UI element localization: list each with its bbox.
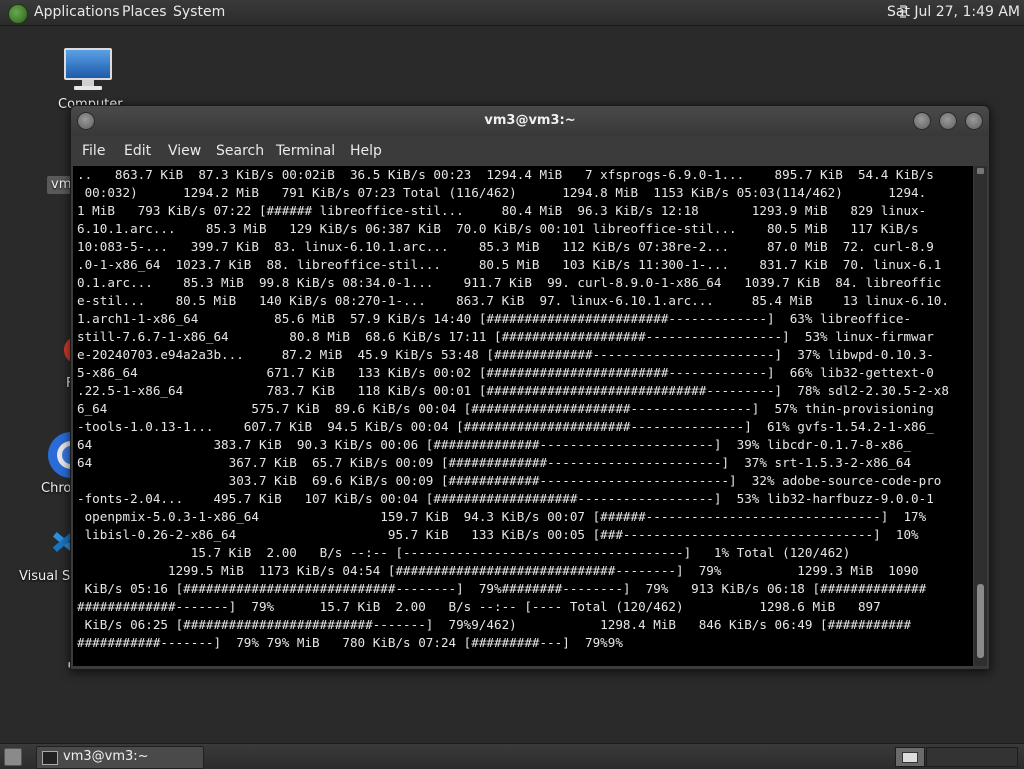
maximize-button[interactable]	[939, 112, 957, 130]
home-folder-label[interactable]: vm	[51, 177, 71, 192]
menu-search[interactable]: Search	[216, 143, 264, 159]
terminal-text: .. 863.7 KiB 87.3 KiB/s 00:02iB 36.5 KiB…	[77, 167, 949, 650]
taskbar-label: vm3@vm3:~	[63, 749, 149, 764]
terminal-icon	[42, 751, 58, 765]
close-button[interactable]	[965, 112, 983, 130]
window-title: vm3@vm3:~	[484, 113, 576, 128]
taskbar-terminal-button[interactable]: vm3@vm3:~	[36, 746, 204, 769]
workspace-switcher-1[interactable]	[895, 747, 925, 767]
bottom-panel: vm3@vm3:~	[0, 743, 1024, 769]
scroll-up-arrow-icon[interactable]	[977, 168, 984, 174]
clock[interactable]: Sat Jul 27, 1:49 AM	[887, 4, 1020, 20]
menu-help[interactable]: Help	[350, 143, 382, 159]
terminal-window: vm3@vm3:~ File Edit View Search Terminal…	[70, 105, 990, 670]
menu-places[interactable]: Places	[122, 4, 167, 20]
top-panel: Applications Places System Sat Jul 27, 1…	[0, 0, 1024, 26]
chrome-label[interactable]: Chro	[41, 481, 71, 496]
menu-terminal[interactable]: Terminal	[276, 143, 335, 159]
terminal-output[interactable]: .. 863.7 KiB 87.3 KiB/s 00:02iB 36.5 KiB…	[73, 166, 973, 666]
scrollbar-thumb[interactable]	[977, 584, 984, 658]
computer-icon[interactable]	[64, 48, 112, 96]
menu-view[interactable]: View	[168, 143, 201, 159]
menu-applications[interactable]: Applications	[34, 4, 120, 20]
menu-edit[interactable]: Edit	[124, 143, 151, 159]
menu-system[interactable]: System	[173, 4, 225, 20]
menu-file[interactable]: File	[82, 143, 105, 159]
vscode-label[interactable]: Visual St	[19, 569, 75, 584]
terminal-menubar: File Edit View Search Terminal Help	[71, 136, 989, 166]
show-desktop-icon[interactable]	[4, 748, 22, 766]
gnome-menu-icon[interactable]	[8, 4, 28, 24]
workspace-switcher-2[interactable]	[926, 747, 1018, 767]
scrollbar[interactable]	[974, 166, 987, 666]
minimize-button[interactable]	[913, 112, 931, 130]
window-titlebar[interactable]: vm3@vm3:~	[71, 106, 989, 136]
